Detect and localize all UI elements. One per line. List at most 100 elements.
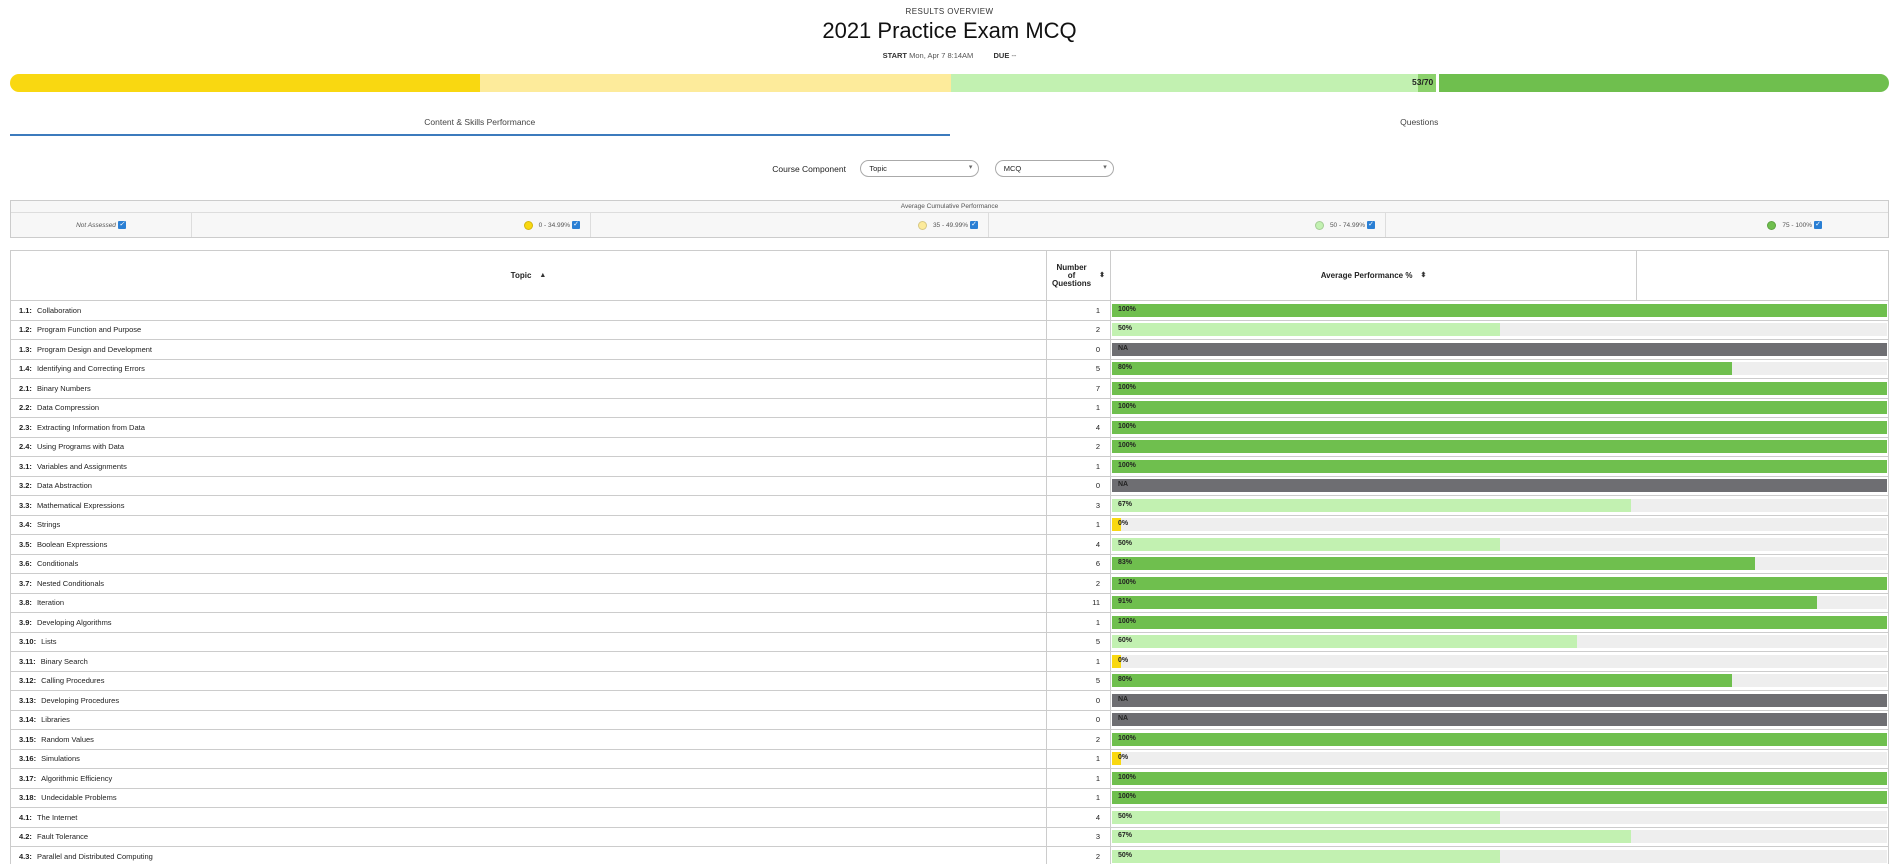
page-header: RESULTS OVERVIEW 2021 Practice Exam MCQ … (0, 0, 1899, 60)
performance-bar-fill (1112, 732, 1887, 746)
topic-code: 1.3: (19, 344, 32, 354)
topic-cell: 1.3: Program Design and Development (11, 340, 1047, 359)
performance-label: 100% (1118, 305, 1136, 313)
performance-bar-fill (1112, 537, 1500, 551)
topic-name: Fault Tolerance (36, 832, 89, 842)
checkbox-icon[interactable]: ✓ (117, 221, 126, 229)
performance-cell: 67% (1111, 828, 1888, 847)
legend-label: 0 - 34.99% (538, 221, 570, 229)
performance-cell: 100% (1111, 301, 1888, 320)
exam-dates: START Mon, Apr 7 8:14AM DUE -- (0, 51, 1899, 60)
performance-label: 50% (1118, 539, 1133, 547)
performance-bar-track: 50% (1112, 537, 1887, 551)
table-row: 3.17: Algorithmic Efficiency 1 100% (11, 769, 1888, 789)
topic-cell: 3.10: Lists (11, 632, 1047, 651)
performance-cell: 100% (1111, 769, 1888, 788)
performance-bar-track: 100% (1112, 420, 1887, 434)
performance-bar-track: 50% (1112, 810, 1887, 824)
performance-label: 100% (1118, 422, 1136, 430)
topic-name: Undecidable Problems (41, 793, 117, 803)
legend-range-0-35[interactable]: 0 - 34.99% ✓ (192, 213, 591, 237)
question-count: 0 (1047, 340, 1111, 359)
performance-cell: 83% (1111, 555, 1888, 574)
performance-bar-fill (1112, 401, 1887, 415)
score-progress-bar (10, 74, 1889, 92)
question-count: 3 (1047, 496, 1111, 515)
table-row: 3.6: Conditionals 6 83% (11, 554, 1888, 574)
performance-label: 0% (1118, 656, 1129, 664)
checkbox-icon[interactable]: ✓ (970, 221, 978, 229)
yellow-dot-icon (523, 220, 533, 230)
question-count: 2 (1047, 847, 1111, 864)
tab-questions[interactable]: Questions (950, 111, 1890, 136)
table-row: 4.3: Parallel and Distributed Computing 2 5… (11, 847, 1888, 864)
topic-column-header[interactable]: Topic ▲ (11, 251, 1047, 300)
perf-header-label: Average Performance % (1320, 270, 1413, 280)
topic-name: Random Values (41, 734, 94, 744)
question-count: 1 (1047, 457, 1111, 476)
topic-name: Collaboration (36, 305, 82, 315)
table-row: 3.18: Undecidable Problems 1 100% (11, 788, 1888, 808)
performance-label: 50% (1118, 812, 1133, 820)
legend-range-50-75[interactable]: 50 - 74.99% ✓ (989, 213, 1386, 237)
table-row: 3.11: Binary Search 1 0% (11, 652, 1888, 672)
sort-icon[interactable]: ⬍ (1099, 272, 1105, 280)
start-value: Mon, Apr 7 8:14AM (909, 51, 974, 60)
topic-name: Program Function and Purpose (36, 325, 142, 335)
table-row: 3.12: Calling Procedures 5 80% (11, 671, 1888, 691)
tab-content-skills[interactable]: Content & Skills Performance (10, 111, 950, 136)
topic-select[interactable]: Topic ▾ (860, 160, 980, 177)
score-band-midlow (480, 74, 951, 92)
performance-cell: 67% (1111, 496, 1888, 515)
question-count: 1 (1047, 652, 1111, 671)
question-count: 4 (1047, 418, 1111, 437)
performance-cell: 0% (1111, 516, 1888, 535)
chevron-down-icon: ▾ (968, 164, 973, 171)
question-count: 2 (1047, 437, 1111, 456)
topic-code: 3.3: (19, 500, 32, 510)
table-row: 3.9: Developing Algorithms 1 100% (11, 613, 1888, 633)
performance-bar-fill (1112, 810, 1500, 824)
sort-asc-icon[interactable]: ▲ (539, 272, 546, 280)
topic-cell: 4.2: Fault Tolerance (11, 827, 1047, 846)
topic-name: Developing Procedures (41, 695, 120, 705)
topic-name: Calling Procedures (41, 676, 105, 686)
score-label: 53/70 (1412, 77, 1434, 87)
performance-column-header[interactable]: Average Performance % ⬍ (1111, 251, 1637, 300)
topic-name: The Internet (36, 812, 78, 822)
performance-bar-fill (1112, 459, 1887, 473)
checkbox-icon[interactable]: ✓ (572, 221, 580, 229)
topic-name: Algorithmic Efficiency (41, 773, 113, 783)
checkbox-icon[interactable]: ✓ (1814, 221, 1822, 229)
table-row: 4.2: Fault Tolerance 3 67% (11, 827, 1888, 847)
performance-bar-track: 67% (1112, 498, 1887, 512)
tab-bar: Content & Skills Performance Questions (10, 111, 1889, 136)
question-count: 1 (1047, 788, 1111, 807)
topic-name: Developing Algorithms (36, 617, 112, 627)
table-row: 2.2: Data Compression 1 100% (11, 398, 1888, 418)
topic-name: Program Design and Development (36, 344, 152, 354)
light-green-dot-icon (1314, 220, 1324, 230)
performance-cell: 100% (1111, 379, 1888, 398)
component-select[interactable]: MCQ ▾ (994, 160, 1114, 177)
legend-range-75-100[interactable]: 75 - 100% ✓ (1386, 213, 1888, 237)
topic-cell: 3.16: Simulations (11, 749, 1047, 768)
num-questions-column-header[interactable]: Number of Questions ⬍ (1047, 251, 1111, 300)
legend-not-assessed[interactable]: Not Assessed ✓ (11, 213, 192, 237)
topic-code: 3.11: (19, 656, 36, 666)
table-row: 1.4: Identifying and Correcting Errors 5 80… (11, 359, 1888, 379)
topic-performance-table: Topic ▲ Number of Questions ⬍ Average Pe… (10, 250, 1889, 864)
table-body: 1.1: Collaboration 1 100% 1.2: Program Functi… (11, 301, 1888, 864)
topic-cell: 3.14: Libraries (11, 710, 1047, 729)
performance-bar-fill (1112, 342, 1887, 356)
topic-code: 3.4: (19, 520, 32, 530)
sort-icon[interactable]: ⬍ (1420, 272, 1426, 280)
performance-label: 50% (1118, 325, 1133, 333)
performance-bar-track: 100% (1112, 771, 1887, 785)
question-count: 1 (1047, 613, 1111, 632)
checkbox-icon[interactable]: ✓ (1367, 221, 1375, 229)
topic-select-value: Topic (869, 164, 887, 173)
performance-label: 60% (1118, 637, 1133, 645)
table-row: 1.3: Program Design and Development 0 NA (11, 340, 1888, 360)
legend-range-35-50[interactable]: 35 - 49.99% ✓ (591, 213, 989, 237)
